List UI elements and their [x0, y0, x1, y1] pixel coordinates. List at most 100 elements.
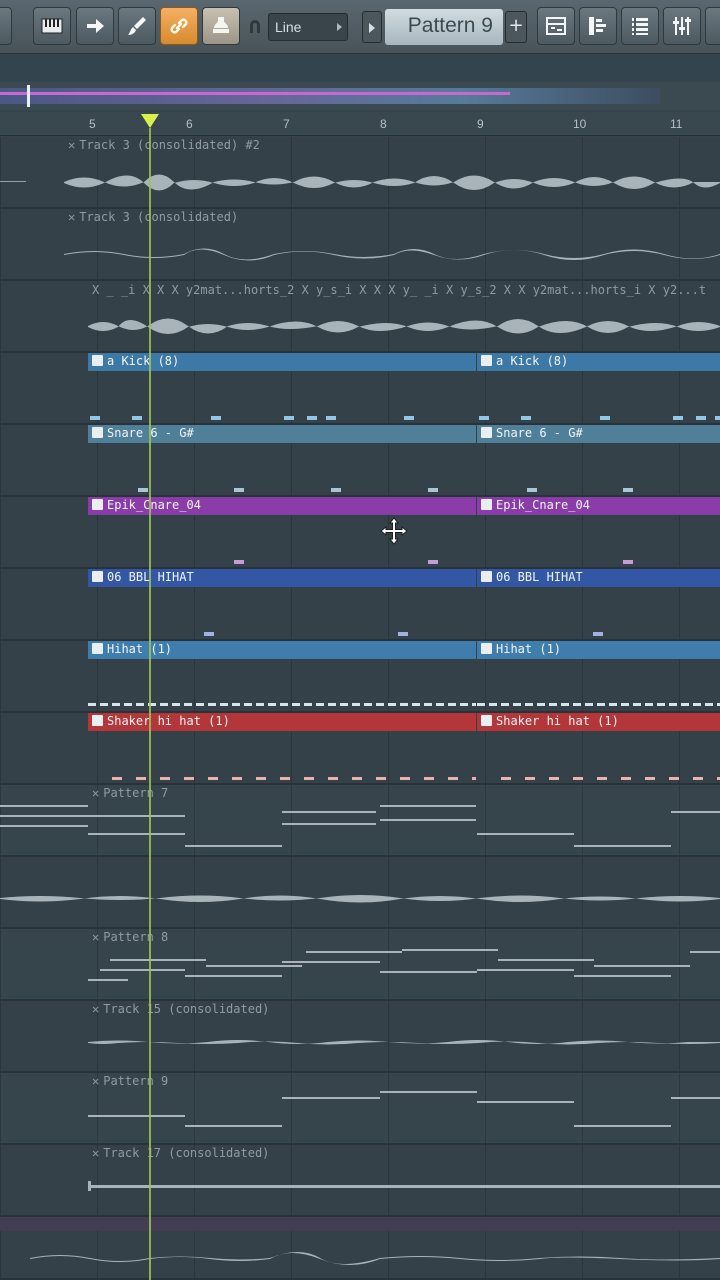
- pattern-icon: [481, 355, 492, 366]
- pattern-icon: [92, 643, 103, 654]
- overview-strip: [0, 88, 660, 104]
- waveform: [0, 895, 720, 903]
- waveform: [30, 1252, 720, 1265]
- track-lane[interactable]: ✕ Track 3 (consolidated): [0, 209, 720, 281]
- clip-label: Epik_Cnare_04: [496, 498, 590, 512]
- arrow-right-icon[interactable]: [76, 7, 114, 45]
- clip-label: Track 15 (consolidated): [103, 1002, 270, 1016]
- close-icon[interactable]: ✕: [68, 210, 75, 224]
- waveform: [88, 1040, 720, 1045]
- ruler-bar-number: 11: [670, 117, 683, 131]
- clip-label: 06 BBL HIHAT: [496, 570, 583, 584]
- pattern-icon: [481, 427, 492, 438]
- audio-clip[interactable]: ✕ Track 3 (consolidated) #2: [64, 137, 720, 207]
- pattern-clip[interactable]: a Kick (8): [88, 353, 476, 423]
- pattern-clip[interactable]: Snare 6 - G#: [88, 425, 476, 495]
- link-icon[interactable]: [160, 7, 198, 45]
- pattern-clip[interactable]: Hihat (1): [477, 641, 720, 711]
- piano-roll-clip[interactable]: ✕ Pattern 9: [88, 1073, 720, 1143]
- clip-label: Hihat (1): [496, 642, 562, 656]
- track-lane[interactable]: [0, 1217, 720, 1280]
- close-icon[interactable]: ✕: [92, 930, 99, 944]
- track-lane[interactable]: Snare 6 - G# Snare 6 - G#: [0, 425, 720, 497]
- track-lane[interactable]: ✕ Track 3 (consolidated) #2: [0, 137, 720, 209]
- track-lane[interactable]: Hihat (1) Hihat (1): [0, 641, 720, 713]
- playhead-marker[interactable]: [141, 114, 159, 128]
- brush-icon[interactable]: [118, 7, 156, 45]
- pattern-icon: [92, 427, 103, 438]
- clip-label: a Kick (8): [107, 354, 180, 368]
- pattern-clip[interactable]: Shaker hi hat (1): [88, 713, 476, 783]
- chevron-right-icon: [337, 23, 342, 31]
- playlist-tracks[interactable]: ✕ Track 3 (consolidated) #2 ✕ Track 3 (con…: [0, 137, 720, 1280]
- clip-label: a Kick (8): [496, 354, 569, 368]
- clip-label: Epik_Cnare_04: [107, 498, 201, 512]
- pattern-clip[interactable]: 06 BBL HIHAT: [88, 569, 476, 639]
- track-lane[interactable]: ✕ Track 17 (consolidated): [0, 1145, 720, 1217]
- piano-roll-clip[interactable]: ✕ Pattern 8: [88, 929, 720, 999]
- audio-clip[interactable]: ✕ Track 15 (consolidated): [88, 1001, 720, 1071]
- track-lane[interactable]: Epik_Cnare_04 Epik_Cnare_04: [0, 497, 720, 569]
- toolbar-overflow-button[interactable]: [705, 7, 720, 45]
- timeline-ruler[interactable]: 5 6 7 8 9 10 11: [0, 112, 720, 136]
- pattern-icon: [481, 499, 492, 510]
- track-lane[interactable]: ✕ Pattern 9: [0, 1073, 720, 1145]
- playlist-icon[interactable]: [537, 7, 575, 45]
- waveform: [88, 318, 720, 334]
- pattern-clip[interactable]: 06 BBL HIHAT: [477, 569, 720, 639]
- pattern-clip[interactable]: Epik_Cnare_04: [88, 497, 476, 567]
- overview-position-handle[interactable]: [27, 85, 30, 107]
- pattern-picker-arrow[interactable]: [362, 11, 382, 43]
- playlist-overview[interactable]: [0, 82, 720, 110]
- close-icon[interactable]: ✕: [92, 1002, 99, 1016]
- clip-label: X _ _i X X X y2mat...horts_2 X y_s_i X X…: [92, 283, 707, 297]
- step-sequencer-icon[interactable]: [579, 7, 617, 45]
- close-icon[interactable]: ✕: [92, 786, 99, 800]
- track-lane[interactable]: Shaker hi hat (1) Shaker hi hat (1): [0, 713, 720, 785]
- ruler-bar-number: 9: [477, 117, 484, 131]
- track-lane[interactable]: ✕ Pattern 7: [0, 785, 720, 857]
- pattern-clip[interactable]: Snare 6 - G#: [477, 425, 720, 495]
- mixer-icon[interactable]: [663, 7, 701, 45]
- piano-icon[interactable]: [33, 7, 71, 45]
- close-icon[interactable]: ✕: [92, 1146, 99, 1160]
- pattern-icon: [92, 355, 103, 366]
- clip-label: Track 17 (consolidated): [103, 1146, 270, 1160]
- toolbar: Line Pattern 9 +: [0, 0, 720, 54]
- pattern-clip[interactable]: Hihat (1): [88, 641, 476, 711]
- stamp-icon[interactable]: [202, 7, 240, 45]
- audio-clip[interactable]: X _ _i X X X y2mat...horts_2 X y_s_i X X…: [88, 281, 720, 351]
- snap-mode-select[interactable]: Line: [268, 13, 348, 41]
- add-pattern-button[interactable]: +: [505, 11, 527, 43]
- ruler-bar-number: 5: [89, 117, 96, 131]
- close-icon[interactable]: ✕: [68, 138, 75, 152]
- pattern-selector[interactable]: Pattern 9: [385, 9, 503, 45]
- clip-label: Track 3 (consolidated) #2: [79, 138, 260, 152]
- pattern-clip[interactable]: a Kick (8): [477, 353, 720, 423]
- magnet-icon[interactable]: [248, 18, 262, 34]
- track-lane[interactable]: ✕ Track 15 (consolidated): [0, 1001, 720, 1073]
- track-lane[interactable]: X _ _i X X X y2mat...horts_2 X y_s_i X X…: [0, 281, 720, 353]
- pattern-icon: [481, 571, 492, 582]
- track-lane[interactable]: ✕ Pattern 8: [0, 929, 720, 1001]
- clip-label: Shaker hi hat (1): [496, 714, 619, 728]
- track-lane[interactable]: 06 BBL HIHAT 06 BBL HIHAT: [0, 569, 720, 641]
- overview-highlight: [0, 92, 510, 95]
- waveform: [64, 174, 720, 191]
- close-icon[interactable]: ✕: [92, 1074, 99, 1088]
- channel-rack-icon[interactable]: [621, 7, 659, 45]
- pattern-clip[interactable]: Shaker hi hat (1): [477, 713, 720, 783]
- audio-clip[interactable]: ✕ Track 17 (consolidated): [88, 1145, 720, 1215]
- ruler-bar-number: 8: [380, 117, 387, 131]
- clip-label: Shaker hi hat (1): [107, 714, 230, 728]
- pattern-clip[interactable]: Epik_Cnare_04: [477, 497, 720, 567]
- ruler-bar-number: 6: [186, 117, 193, 131]
- track-lane[interactable]: a Kick (8) a Kick (8): [0, 353, 720, 425]
- snap-mode-label: Line: [275, 19, 302, 35]
- pattern-icon: [92, 499, 103, 510]
- clip-label: Pattern 7: [103, 786, 169, 800]
- audio-clip[interactable]: ✕ Track 3 (consolidated): [64, 209, 720, 279]
- ruler-bar-number: 10: [573, 117, 587, 131]
- toolbar-edge-button[interactable]: [0, 7, 12, 45]
- track-lane[interactable]: [0, 857, 720, 929]
